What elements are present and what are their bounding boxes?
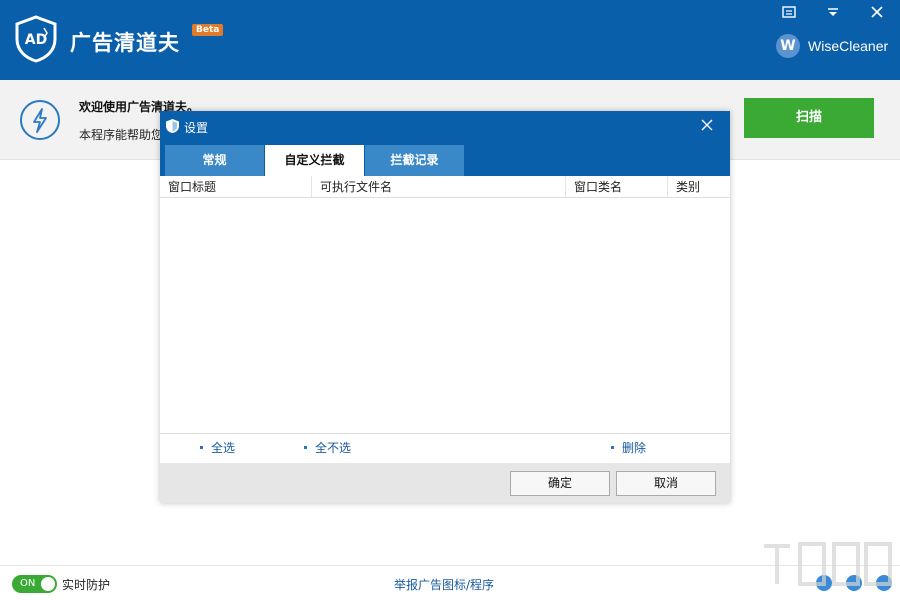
cancel-button[interactable]: 取消 xyxy=(616,471,716,496)
wisecleaner-brand[interactable]: W WiseCleaner xyxy=(776,33,888,59)
site-watermark-icon xyxy=(760,538,894,594)
toggle-state-label: ON xyxy=(20,578,36,589)
lightning-icon xyxy=(20,100,60,140)
app-header: AD 广告清道夫 Beta W WiseCleaner xyxy=(0,0,900,80)
column-category[interactable]: 类别 xyxy=(668,176,730,198)
scan-button[interactable]: 扫描 xyxy=(744,98,874,138)
tab-general[interactable]: 常规 xyxy=(165,145,264,176)
beta-badge: Beta xyxy=(192,24,224,36)
delete-link[interactable]: 删除 xyxy=(611,439,646,456)
ok-button[interactable]: 确定 xyxy=(510,471,610,496)
column-window-title[interactable]: 窗口标题 xyxy=(160,176,312,198)
tab-custom-block[interactable]: 自定义拦截 xyxy=(265,145,364,176)
bullet-icon xyxy=(200,446,203,449)
select-none-link[interactable]: 全不选 xyxy=(304,439,351,456)
shield-logo-icon: AD xyxy=(15,15,57,63)
select-none-label: 全不选 xyxy=(315,441,352,455)
dialog-footer: 确定 取消 xyxy=(160,463,730,503)
report-ad-link[interactable]: 举报广告图标/程序 xyxy=(394,576,494,593)
brand-text: WiseCleaner xyxy=(808,38,889,54)
settings-dialog: 设置 常规 自定义拦截 拦截记录 窗口标题 可执行文件名 窗口类名 类别 全选 … xyxy=(160,111,730,503)
realtime-protection-toggle[interactable]: ON xyxy=(12,575,57,593)
dialog-title: 设置 xyxy=(184,121,209,135)
shield-icon xyxy=(166,119,179,133)
menu-icon[interactable] xyxy=(778,6,800,24)
welcome-description: 本程序能帮助您 xyxy=(79,128,164,142)
minimize-icon[interactable] xyxy=(822,6,844,24)
list-divider xyxy=(160,433,730,434)
close-icon[interactable] xyxy=(866,6,888,24)
dialog-close-icon[interactable] xyxy=(696,115,718,137)
column-window-class[interactable]: 窗口类名 xyxy=(566,176,668,198)
protection-label: 实时防护 xyxy=(62,578,111,592)
bullet-icon xyxy=(611,446,614,449)
block-rules-list[interactable] xyxy=(160,198,730,433)
column-executable[interactable]: 可执行文件名 xyxy=(312,176,566,198)
select-all-link[interactable]: 全选 xyxy=(200,439,235,456)
select-all-label: 全选 xyxy=(211,441,236,455)
delete-label: 删除 xyxy=(622,441,647,455)
toggle-knob xyxy=(41,577,55,591)
dialog-header: 设置 常规 自定义拦截 拦截记录 xyxy=(160,111,730,176)
bullet-icon xyxy=(304,446,307,449)
tab-block-log[interactable]: 拦截记录 xyxy=(365,145,464,176)
wisecleaner-logo-icon: W xyxy=(776,34,800,58)
app-title: 广告清道夫 xyxy=(70,31,180,55)
svg-text:AD: AD xyxy=(25,32,47,48)
